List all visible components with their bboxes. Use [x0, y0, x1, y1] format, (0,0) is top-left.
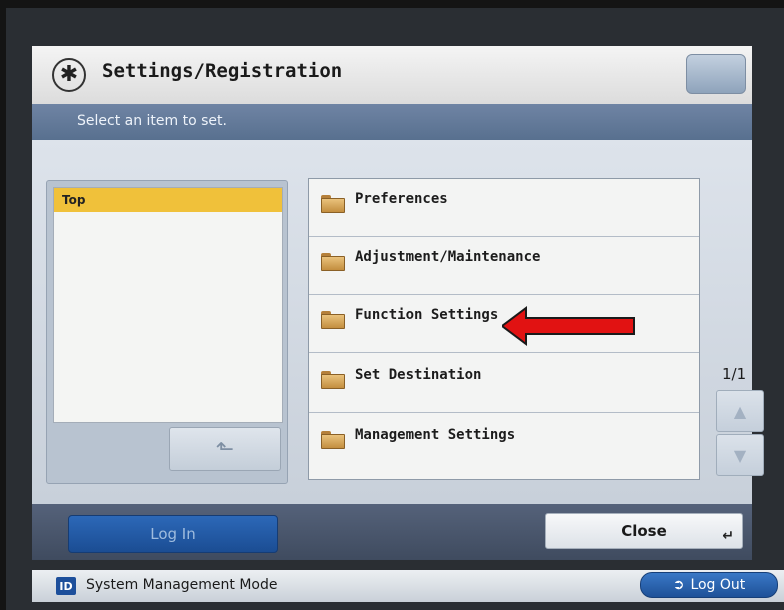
scroll-down-button[interactable]: ▼ — [716, 434, 764, 476]
instruction-text: Select an item to set. — [77, 113, 227, 129]
menu-item-preferences[interactable]: Preferences — [309, 179, 699, 237]
folder-icon — [321, 253, 345, 271]
folder-icon — [321, 311, 345, 329]
mode-text: System Management Mode — [86, 577, 278, 593]
log-out-button[interactable]: ➲ Log Out — [640, 572, 778, 598]
scroll-down-icon: ▼ — [733, 445, 747, 465]
corner-button[interactable] — [686, 54, 746, 94]
enter-icon: ↵ — [722, 528, 734, 544]
annotation-arrow — [502, 306, 635, 346]
folder-icon — [321, 195, 345, 213]
up-arrow-icon: ⬑ — [215, 436, 235, 462]
menu-item-label: Management Settings — [355, 427, 516, 443]
tree-panel: Top ⬑ — [46, 180, 288, 484]
page-indicator: 1/1 — [722, 365, 747, 383]
menu-item-label: Preferences — [355, 191, 448, 207]
logout-label: Log Out — [690, 577, 746, 593]
menu-item-adjustment-maintenance[interactable]: Adjustment/Maintenance — [309, 237, 699, 295]
instruction-bar: Select an item to set. — [32, 104, 752, 140]
close-label: Close — [621, 522, 667, 540]
menu-item-label: Function Settings — [355, 307, 499, 323]
menu-item-set-destination[interactable]: Set Destination — [309, 355, 699, 413]
settings-wheel-icon: ✱ — [52, 58, 86, 92]
log-in-button[interactable]: Log In — [68, 515, 278, 553]
scroll-up-button[interactable]: ▲ — [716, 390, 764, 432]
tree-item-label: Top — [62, 193, 86, 207]
scroll-up-icon: ▲ — [733, 401, 747, 421]
title-bar: ✱ Settings/Registration — [32, 46, 752, 104]
logout-icon: ➲ — [672, 577, 685, 593]
close-button[interactable]: Close ↵ — [545, 513, 743, 549]
tree-item-top[interactable]: Top — [54, 188, 282, 212]
menu-item-management-settings[interactable]: Management Settings — [309, 415, 699, 479]
menu-item-label: Set Destination — [355, 367, 482, 383]
up-level-button[interactable]: ⬑ — [169, 427, 281, 471]
tree-box: Top — [53, 187, 283, 423]
folder-icon — [321, 371, 345, 389]
page-title: Settings/Registration — [102, 60, 343, 82]
id-badge: ID — [56, 577, 76, 595]
folder-icon — [321, 431, 345, 449]
menu-item-label: Adjustment/Maintenance — [355, 249, 541, 265]
